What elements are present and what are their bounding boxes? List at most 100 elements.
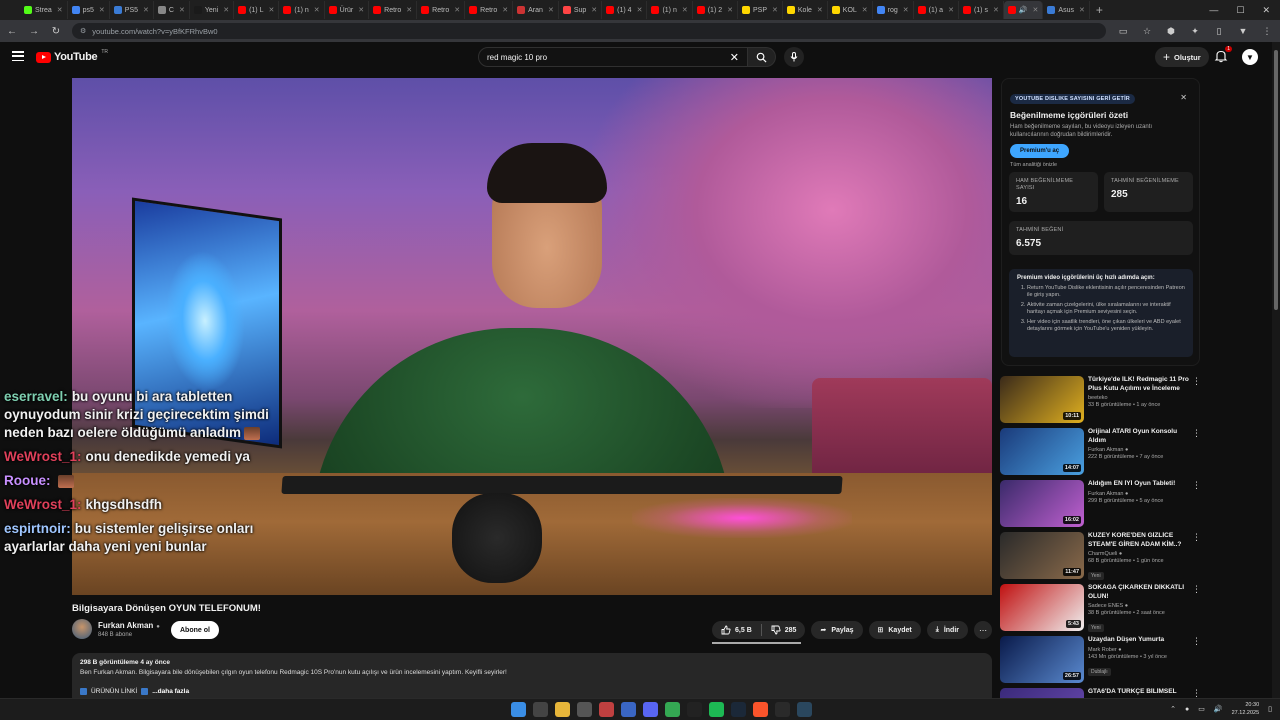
voice-search-button[interactable] (784, 47, 804, 67)
more-vertical-icon[interactable]: ⋮ (1192, 428, 1201, 439)
profile-icon[interactable]: ▼ (1236, 26, 1250, 36)
create-button[interactable]: + Oluştur (1155, 47, 1209, 67)
bookmark-star-icon[interactable]: ☆ (1140, 26, 1154, 37)
close-tab-icon[interactable]: ✕ (682, 6, 688, 14)
more-vertical-icon[interactable]: ⋮ (1192, 636, 1201, 647)
steam-icon[interactable] (731, 702, 746, 717)
related-title[interactable]: GTA6'DA TÜRKÇE BİLİMSEL (1088, 688, 1190, 697)
dislike-button[interactable]: 285 (762, 621, 806, 639)
scrollbar-thumb[interactable] (1274, 50, 1278, 310)
browser-tab[interactable]: (1) 4 ✕ (602, 1, 648, 19)
video-thumbnail[interactable]: 26:57 (1000, 636, 1084, 683)
close-tab-icon[interactable]: ✕ (993, 6, 999, 14)
epic-games-icon[interactable] (775, 702, 790, 717)
browser-tab[interactable]: Aran ✕ (513, 1, 559, 19)
close-tab-icon[interactable]: ✕ (454, 6, 460, 14)
browser-tab[interactable]: (1) s ✕ (959, 1, 1004, 19)
like-button[interactable]: 6,5 B (712, 621, 761, 639)
sidebar-icon[interactable]: ▯ (1212, 26, 1226, 37)
app-icon[interactable] (621, 702, 636, 717)
browser-tab[interactable]: Sup ✕ (559, 1, 603, 19)
calendar-icon[interactable] (599, 702, 614, 717)
browser-tab[interactable]: Retro ✕ (369, 1, 418, 19)
close-tab-icon[interactable]: ✕ (1033, 6, 1039, 14)
account-avatar[interactable]: ▼ (1242, 49, 1258, 65)
browser-tab[interactable]: PS5 ✕ (110, 1, 154, 19)
related-channel[interactable]: beeteko (1088, 395, 1190, 401)
browser-tab[interactable]: KOL ✕ (828, 1, 873, 19)
download-button[interactable]: ⤓ İndir (926, 621, 968, 639)
page-scrollbar[interactable] (1272, 42, 1280, 698)
close-tab-icon[interactable]: ✕ (268, 6, 274, 14)
browser-tab[interactable]: PSP ✕ (738, 1, 783, 19)
video-thumbnail[interactable]: 14:07 (1000, 428, 1084, 475)
more-vertical-icon[interactable]: ⋮ (1192, 532, 1201, 543)
close-tab-icon[interactable]: ✕ (406, 6, 412, 14)
more-vertical-icon[interactable]: ⋮ (1192, 584, 1201, 595)
reload-icon[interactable]: ↻ (50, 26, 62, 37)
back-icon[interactable]: ← (6, 26, 18, 37)
video-thumbnail[interactable]: 16:02 (1000, 480, 1084, 527)
browser-tab[interactable]: (1) 2 ✕ (693, 1, 738, 19)
close-tab-icon[interactable]: ✕ (502, 6, 508, 14)
search-icon[interactable] (533, 702, 548, 717)
search-input[interactable]: red magic 10 pro ✕ (478, 47, 748, 67)
notifications-button[interactable]: 1 (1214, 46, 1232, 63)
close-tab-icon[interactable]: ✕ (817, 6, 823, 14)
site-info-icon[interactable]: ⚙ (80, 27, 86, 35)
browser-tab[interactable]: ps5 ✕ (68, 1, 110, 19)
address-bar[interactable]: ⚙ youtube.com/watch?v=yBfKFRhvBw0 (72, 23, 1106, 39)
related-channel[interactable]: Furkan Akman ● (1088, 491, 1190, 497)
browser-tab[interactable]: (1) n ✕ (647, 1, 693, 19)
extension-icon[interactable]: ⬢ (1164, 26, 1178, 37)
obs-icon[interactable] (687, 702, 702, 717)
close-tab-icon[interactable]: ✕ (948, 6, 954, 14)
video-thumbnail[interactable]: 11:47 (1000, 532, 1084, 579)
related-video-item[interactable]: 26:57 Uzaydan Düşen Yumurta Mark Rober ● 14… (1000, 636, 1205, 687)
subscribe-button[interactable]: Abone ol (171, 621, 219, 639)
search-button[interactable] (748, 47, 776, 67)
browser-tab[interactable]: Ürür ✕ (325, 1, 370, 19)
close-panel-icon[interactable]: ✕ (1180, 93, 1187, 102)
windows-start-icon[interactable] (511, 702, 526, 717)
browser-tab[interactable]: Retro ✕ (465, 1, 514, 19)
new-tab-icon[interactable]: + (1096, 3, 1103, 17)
extensions-puzzle-icon[interactable]: ✦ (1188, 26, 1202, 37)
forward-icon[interactable]: → (28, 26, 40, 37)
related-video-item[interactable]: 11:47 KUZEY KORE'DEN GİZLİCE STEAM'E GİRE… (1000, 532, 1205, 583)
related-video-item[interactable]: 16:02 Aldığım EN İYİ Oyun Tableti! Furkan … (1000, 480, 1205, 531)
video-thumbnail[interactable]: 5:43 (1000, 584, 1084, 631)
chrome-icon[interactable] (665, 702, 680, 717)
close-tab-icon[interactable]: ✕ (591, 6, 597, 14)
save-button[interactable]: ⊞ Kaydet (868, 621, 921, 639)
close-tab-icon[interactable]: ✕ (99, 6, 105, 14)
close-tab-icon[interactable]: ✕ (223, 6, 229, 14)
channel-name[interactable]: Furkan Akman ● (98, 621, 160, 630)
browser-tab[interactable]: Strea ✕ (20, 1, 68, 19)
browser-tab[interactable]: C ✕ (154, 1, 190, 19)
share-button[interactable]: ➦ Paylaş (811, 621, 863, 639)
calculator-icon[interactable] (577, 702, 592, 717)
youtube-logo[interactable]: YouTube TR (36, 49, 108, 63)
more-actions-button[interactable]: ⋯ (974, 621, 992, 639)
steam-client-icon[interactable] (797, 702, 812, 717)
unlock-premium-button[interactable]: Premium'u aç (1010, 144, 1070, 158)
related-title[interactable]: Uzaydan Düşen Yumurta (1088, 636, 1190, 645)
show-more-link[interactable]: ...daha fazla (152, 688, 189, 695)
close-tab-icon[interactable]: ✕ (727, 6, 733, 14)
related-channel[interactable]: Furkan Akman ● (1088, 447, 1190, 453)
close-tab-icon[interactable]: ✕ (548, 6, 554, 14)
network-icon[interactable]: ▭ (1198, 705, 1205, 713)
microphone-icon[interactable]: ● (1185, 706, 1189, 713)
related-video-item[interactable]: 10:11 Türkiye'de İLK! Redmagic 11 Pro Plu… (1000, 376, 1205, 427)
close-tab-icon[interactable]: ✕ (314, 6, 320, 14)
browser-tab[interactable]: Retro ✕ (417, 1, 466, 19)
more-vertical-icon[interactable]: ⋮ (1192, 480, 1201, 491)
browser-tab[interactable]: (1) L ✕ (234, 1, 280, 19)
spotify-icon[interactable] (709, 702, 724, 717)
related-title[interactable]: SOKAĞA ÇIKARKEN DİKKATLİ OLUN! (1088, 584, 1190, 601)
close-tab-icon[interactable]: ✕ (143, 6, 149, 14)
preview-analytics-link[interactable]: Tüm analitiği önizle (1010, 162, 1191, 168)
clock[interactable]: 20:30 27.12.2025 (1232, 701, 1260, 717)
channel-avatar[interactable] (72, 619, 92, 639)
